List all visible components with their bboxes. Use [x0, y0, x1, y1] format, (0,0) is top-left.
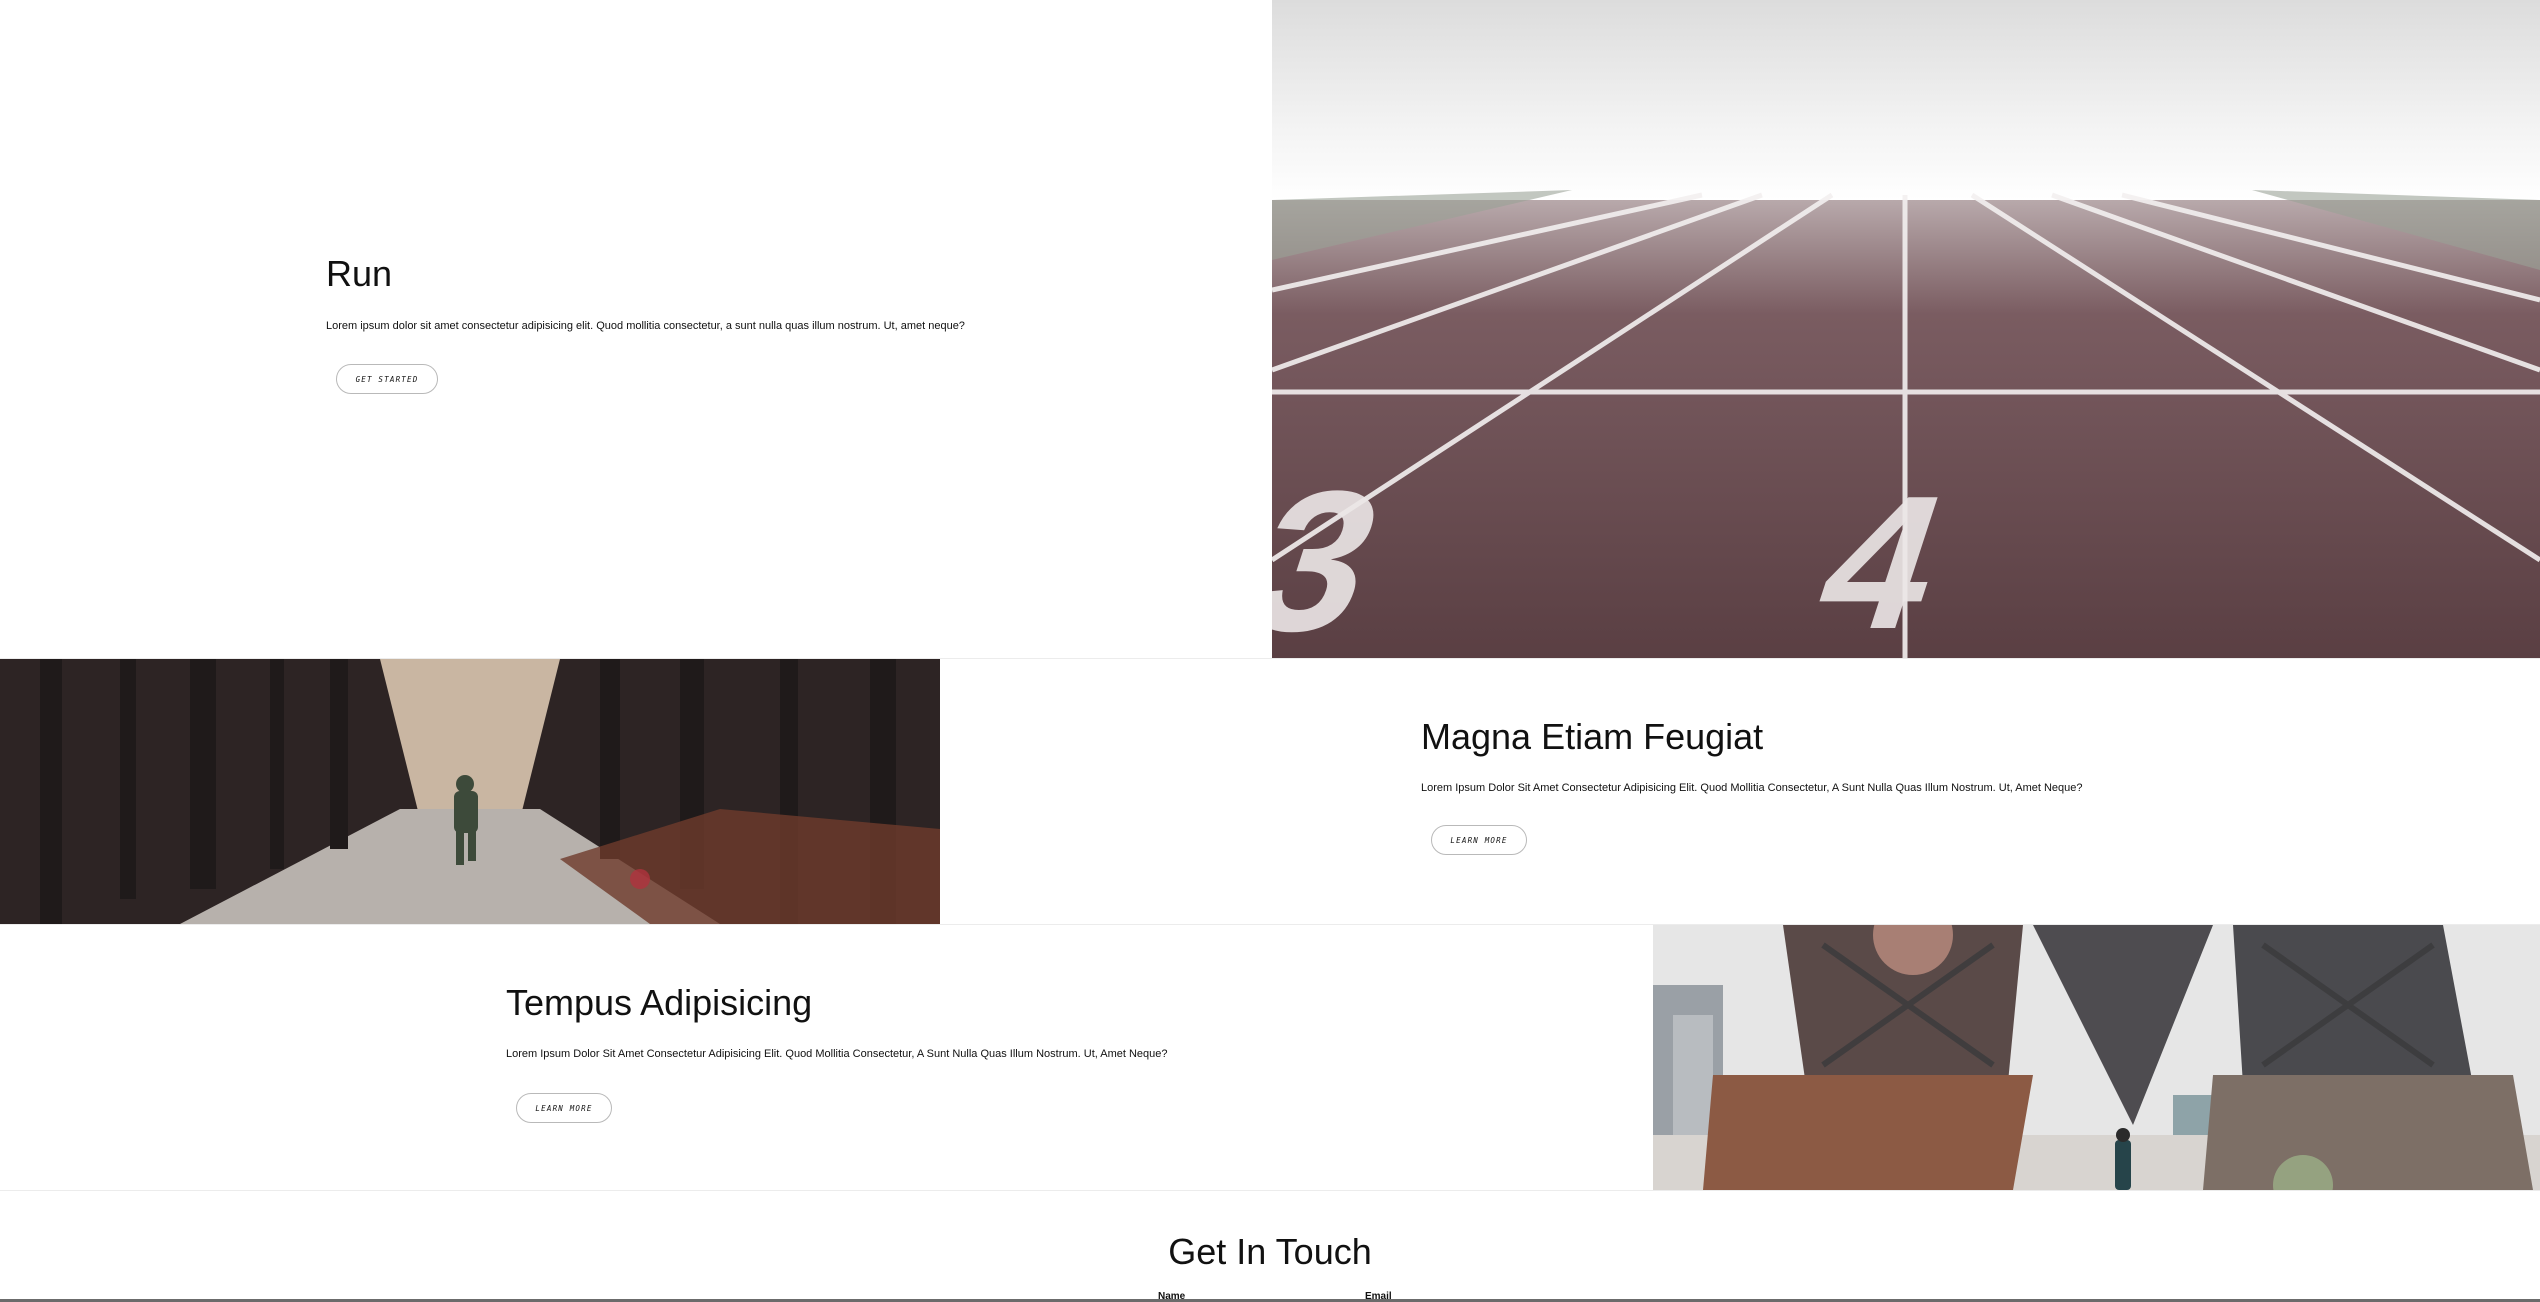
get-started-button[interactable]: Get Started [336, 364, 438, 394]
tempus-section: Tempus Adipisicing Lorem Ipsum Dolor Sit… [0, 925, 2540, 1190]
run-section: Run Lorem ipsum dolor sit amet consectet… [0, 0, 2540, 658]
forest-runner-image [0, 659, 940, 924]
running-track-image: 3 4 [1272, 0, 2540, 658]
tempus-description: Lorem Ipsum Dolor Sit Amet Consectetur A… [506, 1048, 1168, 1060]
magna-section: Magna Etiam Feugiat Lorem Ipsum Dolor Si… [0, 659, 2540, 924]
bridge-runner-image [1653, 925, 2540, 1190]
tempus-learn-more-button[interactable]: Learn More [516, 1093, 612, 1123]
run-description: Lorem ipsum dolor sit amet consectetur a… [326, 320, 965, 332]
magna-title: Magna Etiam Feugiat [1421, 716, 1764, 757]
tempus-title: Tempus Adipisicing [506, 982, 813, 1023]
contact-title: Get In Touch [1168, 1231, 1372, 1272]
magna-learn-more-button[interactable]: Learn More [1431, 825, 1527, 855]
magna-description: Lorem Ipsum Dolor Sit Amet Consectetur A… [1421, 782, 2083, 794]
run-title: Run [326, 253, 393, 294]
contact-section: Get In Touch Name Email [0, 1191, 2540, 1302]
